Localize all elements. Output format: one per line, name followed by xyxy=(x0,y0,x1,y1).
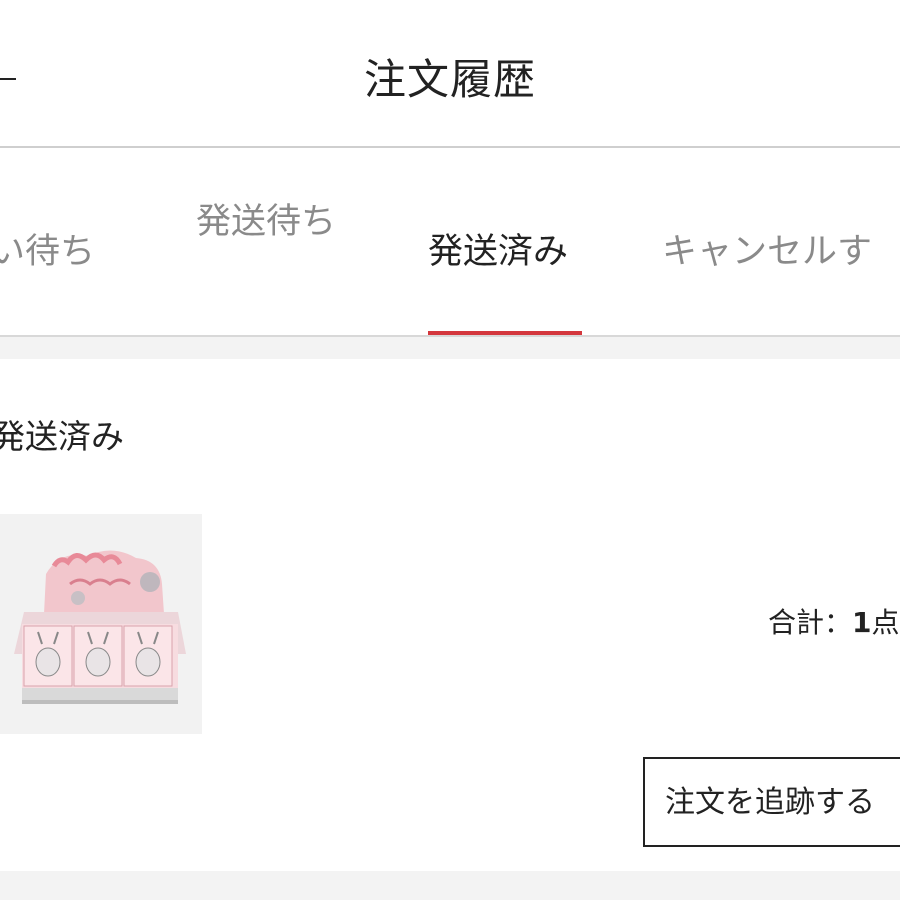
order-card: 発送済み 合計：1点 注文を追跡する xyxy=(0,359,900,871)
product-image[interactable] xyxy=(0,514,202,734)
total-item-count: 1 xyxy=(852,606,872,639)
track-order-button[interactable]: 注文を追跡する xyxy=(643,757,900,847)
tab-shipped[interactable]: 発送済み xyxy=(428,230,568,274)
section-separator xyxy=(0,337,900,359)
app-header: 注文履歴 xyxy=(0,0,900,146)
bottom-separator xyxy=(0,871,900,900)
order-status-tabs: い待ち 発送待ち 発送済み キャンセルす xyxy=(0,148,900,336)
total-suffix: 点 xyxy=(871,606,900,639)
tab-awaiting-payment[interactable]: い待ち xyxy=(0,230,95,274)
tab-cancelled[interactable]: キャンセルす xyxy=(662,230,872,274)
order-status-label: 発送済み xyxy=(0,417,124,456)
tab-awaiting-shipment[interactable]: 発送待ち xyxy=(196,200,336,244)
product-box-illustration xyxy=(0,514,202,734)
order-total: 合計：1点 xyxy=(768,603,900,643)
page-title: 注文履歴 xyxy=(363,55,536,104)
total-prefix: 合計： xyxy=(768,606,853,639)
